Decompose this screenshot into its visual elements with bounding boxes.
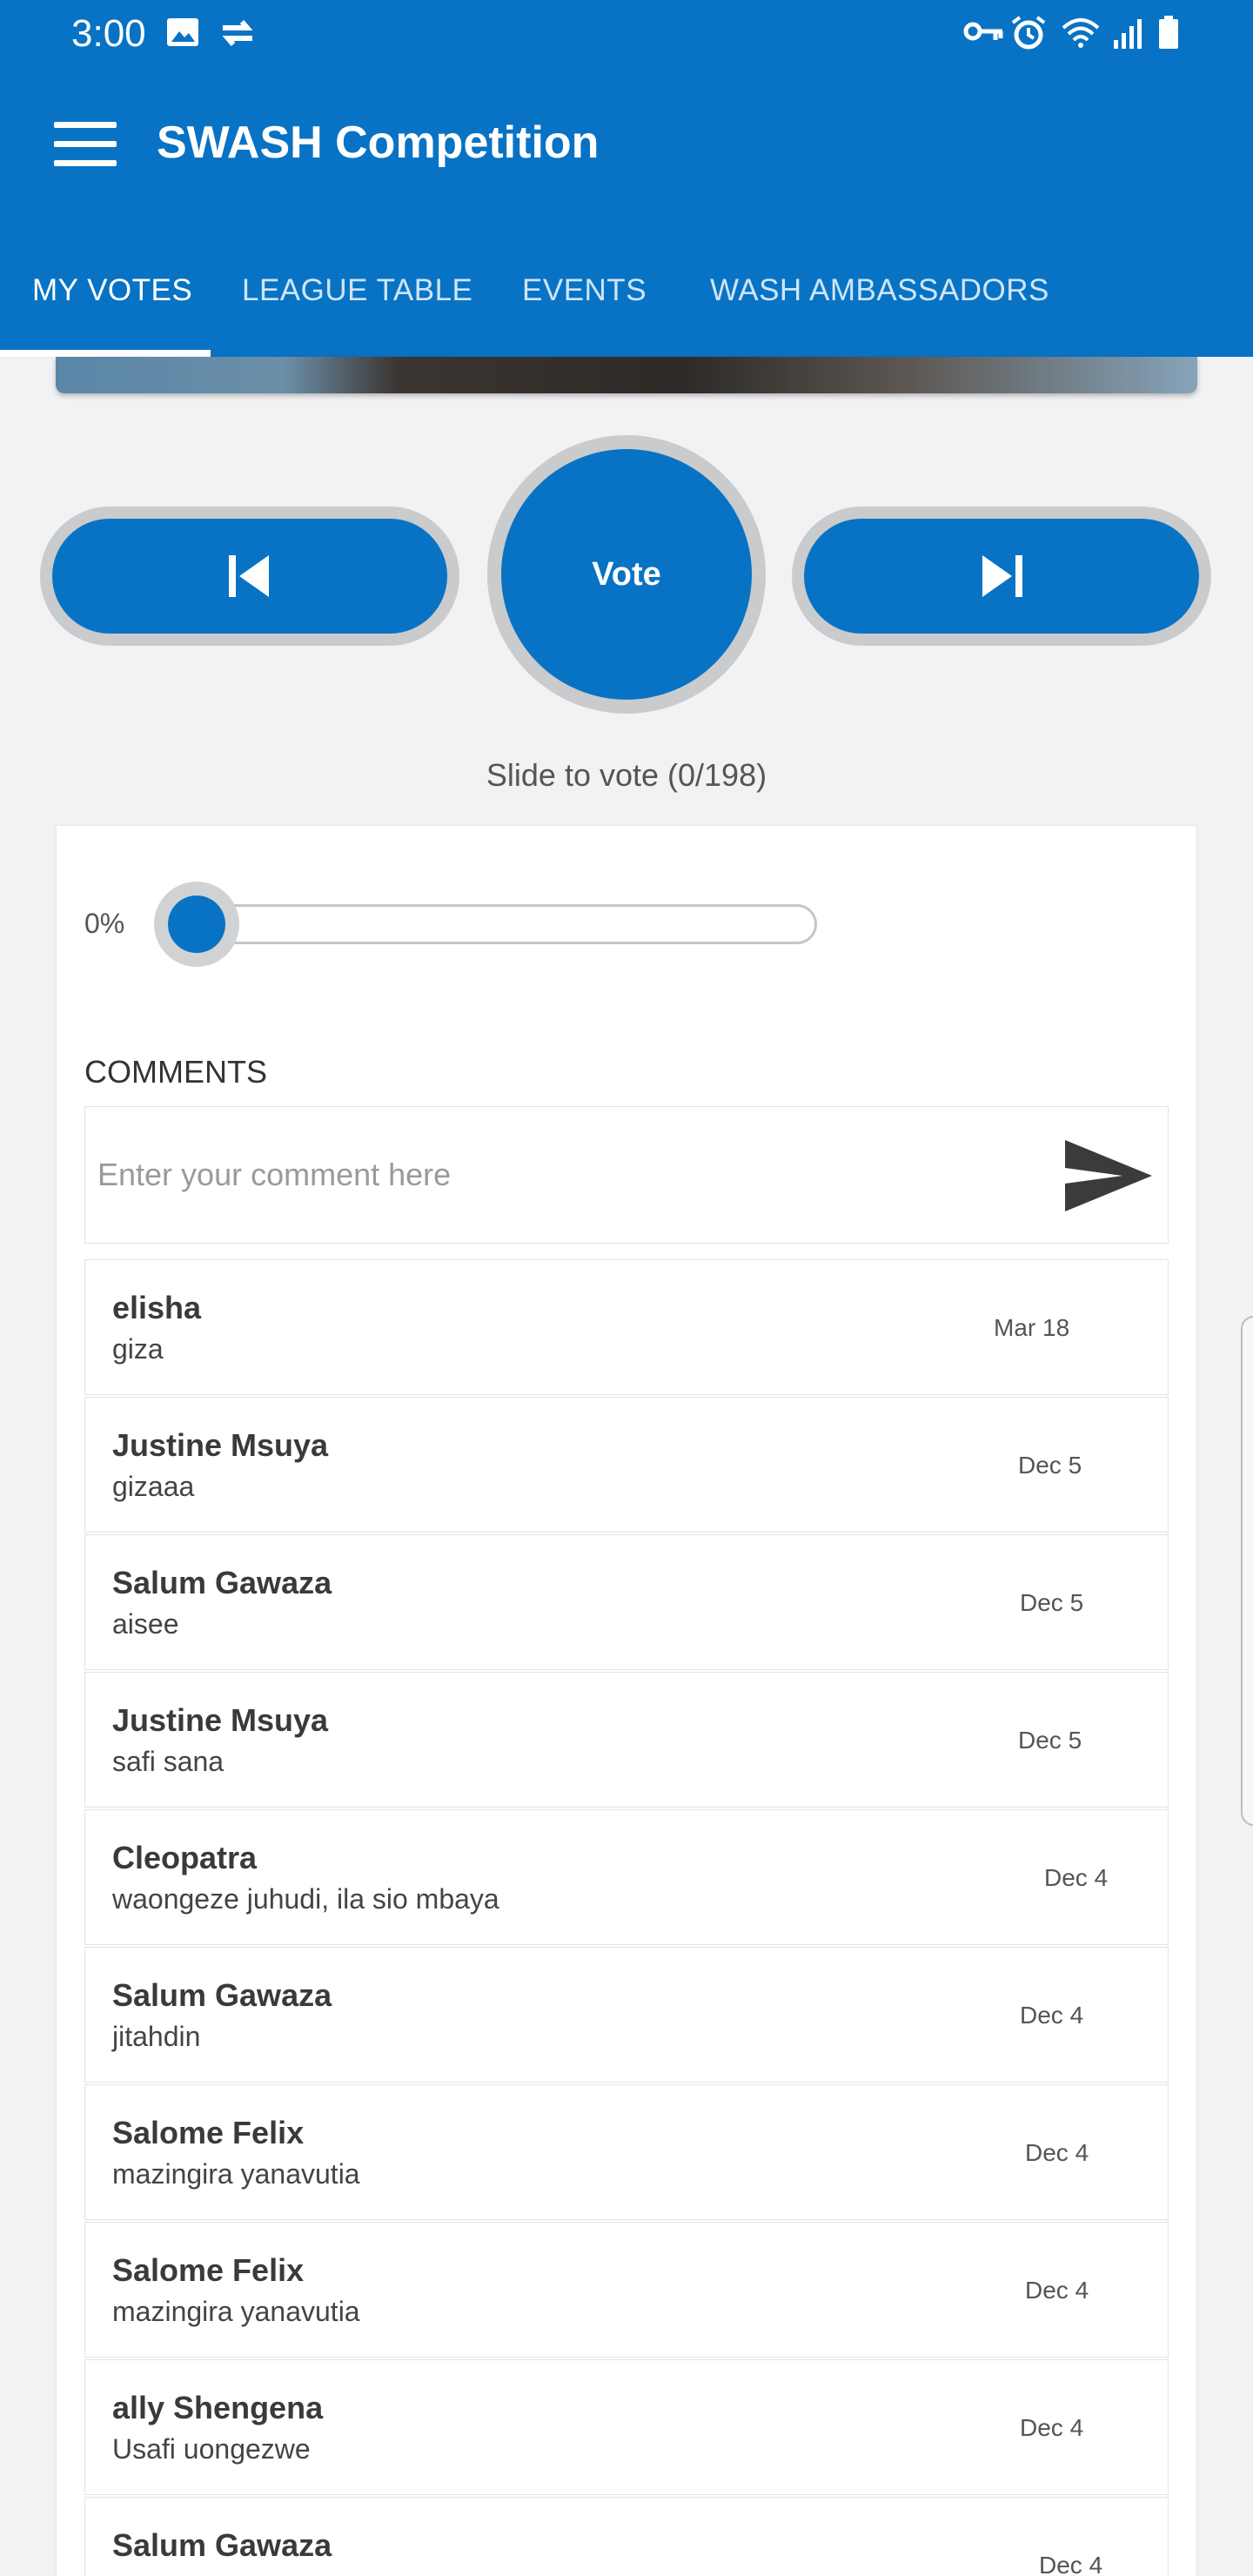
comment-author: Justine Msuya: [112, 1427, 329, 1463]
send-icon[interactable]: [1063, 1137, 1154, 1215]
comment-author: Salum Gawaza: [112, 1565, 332, 1600]
skip-next-icon: [982, 555, 1022, 597]
comment-item[interactable]: Cleopatra waongeze juhudi, ila sio mbaya D…: [84, 1809, 1169, 1945]
comment-box: [84, 1106, 1169, 1244]
comment-date: Dec 4: [1020, 2002, 1084, 2029]
status-time: 3:00: [71, 12, 146, 55]
comment-list: elisha giza Mar 18 Justine Msuya gizaaa Dec 5…: [84, 1259, 1169, 2576]
gallery-icon: [167, 18, 198, 46]
comment-date: Dec 5: [1020, 1589, 1084, 1616]
vote-slider-thumb[interactable]: [154, 882, 239, 967]
comment-item[interactable]: ally Shengena Usafi uongezwe Dec 4: [84, 2359, 1169, 2495]
comment-author: Salome Felix: [112, 2252, 305, 2288]
comment-date: Dec 4: [1025, 2277, 1089, 2304]
comment-item[interactable]: Salum Gawaza aisee Dec 5: [84, 1534, 1169, 1670]
tab-indicator: [0, 350, 211, 357]
wifi-icon: [1062, 18, 1100, 48]
comment-item[interactable]: Salome Felix mazingira yanavutia Dec 4: [84, 2222, 1169, 2358]
comment-text: Usafi uongezwe: [112, 2433, 311, 2465]
comment-author: Justine Msuya: [112, 1702, 329, 1738]
comment-item[interactable]: Salum Gawaza jitahdin Dec 4: [84, 1947, 1169, 2083]
comment-text: mazingira yanavutia: [112, 2296, 360, 2327]
next-button-ring: [792, 506, 1211, 646]
status-bar: 3:00: [0, 0, 1253, 70]
comment-author: ally Shengena: [112, 2390, 324, 2425]
next-button[interactable]: [804, 519, 1199, 634]
tab-wash-ambassadors[interactable]: WASH AMBASSADORS: [710, 273, 1049, 308]
vote-button[interactable]: Vote: [501, 449, 752, 700]
alarm-icon: [1011, 16, 1046, 50]
comment-text: safi sana: [112, 1746, 224, 1777]
comment-date: Dec 4: [1025, 2139, 1089, 2166]
tab-my-votes[interactable]: MY VOTES: [32, 273, 192, 308]
battery-icon: [1159, 16, 1178, 49]
comment-date: Dec 5: [1018, 1727, 1082, 1754]
slider-percent-label: 0%: [84, 908, 125, 939]
comment-date: Dec 4: [1020, 2414, 1084, 2441]
previous-button-ring: [40, 506, 459, 646]
app-bar: 3:00 SWASH Competition MY VOTES LEAGUE T…: [0, 0, 1253, 357]
comment-input[interactable]: [85, 1107, 1042, 1243]
comment-author: Cleopatra: [112, 1840, 258, 1875]
vote-slider-track[interactable]: [196, 904, 817, 944]
vote-comments-card: 0% COMMENTS elisha giza Mar 18 Justine Msuy…: [56, 825, 1197, 2576]
vpn-key-icon: [963, 22, 1003, 41]
comment-date: Dec 5: [1018, 1452, 1082, 1479]
comment-text: gizaaa: [112, 1471, 195, 1502]
comment-item[interactable]: Salome Felix mazingira yanavutia Dec 4: [84, 2084, 1169, 2220]
comment-date: Dec 4: [1039, 2552, 1103, 2576]
slide-to-vote-label: Slide to vote (0/198): [486, 757, 767, 793]
comment-date: Dec 4: [1044, 1864, 1109, 1891]
comment-author: Salum Gawaza: [112, 1977, 332, 2013]
sync-icon: [222, 20, 253, 46]
comment-text: aisee: [112, 1608, 179, 1640]
edge-panel-handle[interactable]: [1241, 1316, 1253, 1826]
comment-author: Salome Felix: [112, 2115, 305, 2150]
comment-item[interactable]: Justine Msuya safi sana Dec 5: [84, 1672, 1169, 1808]
comment-item[interactable]: elisha giza Mar 18: [84, 1259, 1169, 1395]
comment-author: Salum Gawaza: [112, 2527, 332, 2563]
tab-events[interactable]: EVENTS: [522, 273, 647, 308]
app-title: SWASH Competition: [157, 117, 600, 168]
comment-text: jitahdin: [112, 2021, 201, 2052]
tab-league-table[interactable]: LEAGUE TABLE: [242, 273, 472, 308]
comment-item[interactable]: Salum Gawaza Dec 4: [84, 2497, 1169, 2576]
comment-item[interactable]: Justine Msuya gizaaa Dec 5: [84, 1397, 1169, 1533]
comment-author: elisha: [112, 1290, 202, 1325]
signal-icon: [1114, 19, 1142, 49]
previous-button[interactable]: [52, 519, 447, 634]
comment-date: Mar 18: [994, 1314, 1070, 1341]
vote-button-ring: Vote: [487, 435, 766, 714]
menu-icon[interactable]: [54, 122, 117, 167]
comment-text: mazingira yanavutia: [112, 2158, 360, 2190]
entry-image: [56, 357, 1197, 393]
comment-text: waongeze juhudi, ila sio mbaya: [112, 1883, 499, 1915]
skip-previous-icon: [229, 555, 269, 597]
tab-bar: MY VOTES LEAGUE TABLE EVENTS WASH AMBASS…: [0, 261, 1253, 357]
comment-text: giza: [112, 1333, 164, 1365]
comments-heading: COMMENTS: [84, 1054, 267, 1090]
